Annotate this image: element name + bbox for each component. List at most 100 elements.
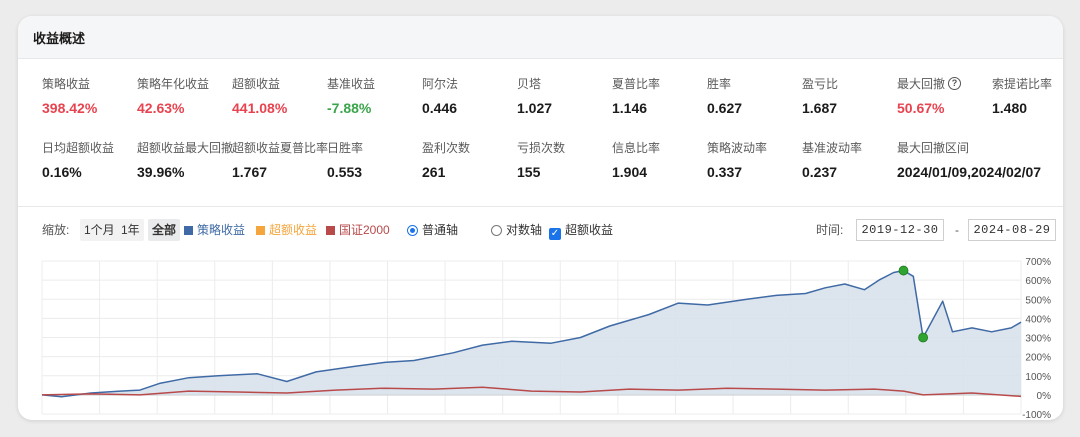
zoom-1-year-button[interactable]: 1年 — [117, 219, 144, 241]
metric-daily-win-rate: 日胜率 0.553 — [327, 139, 363, 180]
metric-label: 盈亏比 — [802, 77, 839, 91]
excess-return-checkbox[interactable]: ✓ 超额收益 — [549, 219, 613, 241]
legend-swatch — [326, 226, 335, 235]
normal-axis-radio[interactable]: 普通轴 — [407, 219, 458, 241]
metric-sortino: 索提诺比率 1.480 — [992, 75, 1052, 116]
metric-value: 1.027 — [517, 100, 553, 116]
metric-information-ratio: 信息比率 1.904 — [612, 139, 660, 180]
metric-label: 超额收益 — [232, 77, 281, 91]
log-axis-radio[interactable]: 对数轴 — [491, 219, 542, 241]
legend-label: 策略收益 — [197, 223, 246, 237]
legend-benchmark[interactable]: 国证2000 — [326, 219, 390, 241]
legend-excess[interactable]: 超额收益 — [256, 219, 317, 241]
zoom-label: 缩放: — [42, 223, 70, 237]
metric-value: 1.146 — [612, 100, 648, 116]
metric-value: 0.337 — [707, 164, 743, 180]
returns-chart: 700% 600% 500% 400% 300% 200% 100% 0% -100% — [41, 257, 1052, 420]
radio-checked-icon — [407, 225, 418, 236]
metric-label: 夏普比率 — [612, 77, 661, 91]
metric-value: 1.767 — [232, 164, 268, 180]
metric-value: 1.904 — [612, 164, 648, 180]
metric-profit-count: 盈利次数 261 — [422, 139, 470, 180]
y-tick-label: 200% — [1025, 353, 1051, 364]
y-tick-label: 300% — [1025, 334, 1051, 345]
metric-annual-return: 策略年化收益 42.63% — [137, 75, 209, 116]
metric-max-drawdown: 最大回撤 ? 50.67% — [897, 75, 962, 116]
metric-label: 亏损次数 — [517, 141, 566, 155]
metric-label: 超额收益最大回撤 — [137, 141, 234, 155]
metric-label: 策略波动率 — [707, 141, 768, 155]
metric-label: 超额收益夏普比率 — [232, 141, 329, 155]
metric-label: 最大回撤 — [897, 77, 946, 91]
metric-value: 50.67% — [897, 100, 945, 116]
start-date-input[interactable]: 2019-12-30 — [856, 219, 944, 241]
returns-overview-panel: 收益概述 策略收益 398.42% 策略年化收益 42.63% 超额收益 441… — [18, 16, 1063, 420]
metric-label: 日胜率 — [327, 141, 364, 155]
help-icon[interactable]: ? — [948, 77, 962, 90]
radio-unchecked-icon — [491, 225, 502, 236]
metric-alpha: 阿尔法 0.446 — [422, 75, 458, 116]
drawdown-marker — [918, 332, 928, 343]
metric-profit-loss-ratio: 盈亏比 1.687 — [802, 75, 838, 116]
end-date-input[interactable]: 2024-08-29 — [968, 219, 1056, 241]
metric-excess-max-drawdown: 超额收益最大回撤 39.96% — [137, 139, 233, 180]
y-tick-label: -100% — [1022, 410, 1051, 420]
legend-swatch — [256, 226, 265, 235]
metric-excess-return: 超额收益 441.08% — [232, 75, 287, 116]
metric-strategy-volatility: 策略波动率 0.337 — [707, 139, 767, 180]
panel-header: 收益概述 — [18, 16, 1063, 59]
metric-win-rate: 胜率 0.627 — [707, 75, 742, 116]
legend-label: 超额收益 — [269, 223, 318, 237]
date-separator: - — [955, 223, 959, 237]
zoom-all-button[interactable]: 全部 — [148, 219, 181, 241]
metric-sharpe: 夏普比率 1.146 — [612, 75, 660, 116]
radio-label: 普通轴 — [422, 223, 459, 237]
metric-value: 42.63% — [137, 100, 185, 116]
drawdown-marker — [898, 265, 909, 276]
metric-label: 盈利次数 — [422, 141, 471, 155]
metric-label: 最大回撤区间 — [897, 141, 970, 155]
metric-benchmark-return: 基准收益 -7.88% — [327, 75, 375, 116]
metric-beta: 贝塔 1.027 — [517, 75, 552, 116]
legend-label: 国证2000 — [339, 223, 390, 237]
metric-loss-count: 亏损次数 155 — [517, 139, 565, 180]
checkbox-label: 超额收益 — [565, 223, 614, 237]
y-tick-label: 0% — [1037, 391, 1052, 402]
time-label: 时间: — [816, 223, 844, 237]
metric-label: 基准收益 — [327, 77, 376, 91]
metric-strategy-return: 策略收益 398.42% — [42, 75, 97, 116]
y-tick-label: 700% — [1025, 257, 1051, 268]
metric-label: 贝塔 — [517, 77, 542, 91]
legend-swatch — [184, 226, 193, 235]
metric-label: 策略收益 — [42, 77, 91, 91]
y-tick-label: 400% — [1025, 314, 1051, 325]
metric-value: 2024/01/09,2024/02/07 — [897, 164, 1042, 180]
metric-value: 39.96% — [137, 164, 185, 180]
metric-label: 阿尔法 — [422, 77, 459, 91]
metric-label: 策略年化收益 — [137, 77, 210, 91]
metric-label: 日均超额收益 — [42, 141, 115, 155]
metric-value: 0.237 — [802, 164, 838, 180]
metric-value: 0.16% — [42, 164, 82, 180]
metric-label: 索提诺比率 — [992, 77, 1053, 91]
metric-value: 1.687 — [802, 100, 838, 116]
y-tick-label: 100% — [1025, 372, 1051, 383]
metric-excess-sharpe: 超额收益夏普比率 1.767 — [232, 139, 328, 180]
zoom-1-month-button[interactable]: 1个月 — [80, 219, 119, 241]
metric-value: 155 — [517, 164, 541, 180]
metric-value: 398.42% — [42, 100, 98, 116]
metric-value: 0.627 — [707, 100, 743, 116]
legend-strategy[interactable]: 策略收益 — [184, 219, 245, 241]
checkbox-checked-icon: ✓ — [549, 228, 561, 240]
metric-value: 441.08% — [232, 100, 288, 116]
y-tick-label: 500% — [1025, 295, 1051, 306]
metric-label: 胜率 — [707, 77, 732, 91]
metric-label: 信息比率 — [612, 141, 661, 155]
metric-label: 基准波动率 — [802, 141, 863, 155]
y-tick-label: 600% — [1025, 276, 1051, 287]
radio-label: 对数轴 — [506, 223, 543, 237]
metrics-grid: 策略收益 398.42% 策略年化收益 42.63% 超额收益 441.08% … — [18, 59, 1063, 207]
metric-value: 0.553 — [327, 164, 363, 180]
metric-label-wrap: 最大回撤 ? — [897, 75, 962, 92]
metric-value: 0.446 — [422, 100, 458, 116]
